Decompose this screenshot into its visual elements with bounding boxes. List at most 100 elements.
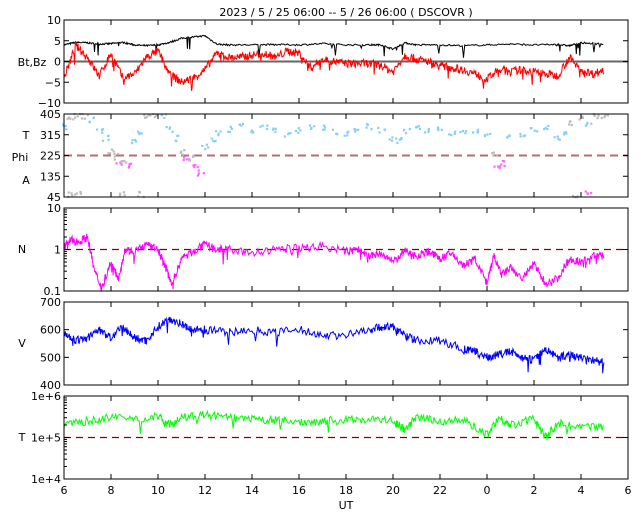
phi-point-other xyxy=(110,148,114,151)
phi-point-t xyxy=(414,126,418,129)
phi-point-t xyxy=(396,141,399,144)
solar-wind-chart: 2023 / 5 / 25 06:00 -- 5 / 26 06:00 ( DS… xyxy=(0,0,640,512)
phi-point-t xyxy=(546,127,549,131)
y-tick-label: 225 xyxy=(40,150,61,163)
x-tick-label: 12 xyxy=(198,484,212,497)
phi-point-t xyxy=(205,143,208,146)
series-line-n xyxy=(63,233,605,293)
phi-point-t xyxy=(96,128,99,131)
phi-point-t xyxy=(163,116,166,120)
series-line-bt xyxy=(63,34,604,58)
phi-point-t xyxy=(472,131,475,134)
phi-point-other xyxy=(122,160,125,163)
phi-point-t xyxy=(519,135,522,138)
phi-point-other xyxy=(109,152,112,155)
panel-label: Bt,Bz xyxy=(18,56,47,69)
phi-point-a xyxy=(202,172,205,175)
phi-point-t xyxy=(448,133,451,136)
phi-point-other xyxy=(568,120,571,123)
phi-point-t xyxy=(388,138,391,141)
phi-point-t xyxy=(476,128,480,131)
phi-point-a xyxy=(196,174,199,177)
phi-point-other xyxy=(112,150,115,153)
phi-point-t xyxy=(201,144,204,147)
phi-point-other xyxy=(183,149,186,152)
phi-point-a xyxy=(196,166,199,169)
phi-point-t xyxy=(130,142,134,145)
phi-point-t xyxy=(313,125,316,128)
phi-point-other xyxy=(74,116,77,119)
y-tick-label: 0 xyxy=(54,56,61,69)
phi-point-t xyxy=(346,134,349,137)
phi-point-other xyxy=(153,115,157,119)
phi-point-t xyxy=(107,134,110,138)
phi-point-other xyxy=(76,115,79,118)
panel-label: N xyxy=(18,243,26,256)
series-line-t xyxy=(63,409,604,440)
phi-point-t xyxy=(168,127,171,130)
phi-point-other xyxy=(113,155,117,158)
y-tick-label: 1e+4 xyxy=(31,473,61,486)
phi-point-other xyxy=(578,118,581,121)
phi-point-t xyxy=(424,131,427,134)
phi-point-t xyxy=(310,126,313,129)
phi-point-t xyxy=(391,136,394,139)
phi-point-other xyxy=(70,192,73,195)
phi-point-t xyxy=(107,138,110,141)
phi-point-other xyxy=(191,155,195,159)
phi-point-other xyxy=(181,153,184,156)
phi-point-a xyxy=(115,162,118,165)
phi-point-other xyxy=(581,116,585,119)
phi-point-t xyxy=(287,132,291,135)
phi-point-t xyxy=(529,127,532,130)
phi-point-other xyxy=(119,192,122,195)
phi-point-t xyxy=(297,127,300,130)
phi-point-t xyxy=(272,127,275,130)
x-tick-label: 0 xyxy=(484,484,491,497)
phi-point-other xyxy=(600,116,603,120)
phi-point-other xyxy=(145,116,148,119)
phi-point-t xyxy=(133,138,137,142)
phi-point-t xyxy=(489,132,492,136)
phi-point-t xyxy=(65,128,68,131)
y-tick-label: 1 xyxy=(54,244,61,257)
phi-point-t xyxy=(408,127,411,131)
chart-title: 2023 / 5 / 25 06:00 -- 5 / 26 06:00 ( DS… xyxy=(219,6,472,19)
phi-point-t xyxy=(390,139,394,142)
phi-point-other xyxy=(596,116,599,120)
x-tick-label: 14 xyxy=(245,484,259,497)
phi-point-t xyxy=(88,120,91,123)
phi-point-a xyxy=(182,158,185,162)
phi-point-t xyxy=(138,131,142,135)
phi-point-other xyxy=(492,154,495,157)
x-tick-label: 10 xyxy=(151,484,165,497)
y-tick-label: 405 xyxy=(40,108,61,121)
y-tick-label: 700 xyxy=(40,296,61,309)
chart-canvas: 2023 / 5 / 25 06:00 -- 5 / 26 06:00 ( DS… xyxy=(12,6,632,512)
phi-point-t xyxy=(436,126,440,129)
x-tick-label: 18 xyxy=(339,484,353,497)
phi-point-a xyxy=(590,191,593,195)
phi-point-t xyxy=(131,138,134,142)
phi-point-t xyxy=(101,131,104,134)
phi-point-a xyxy=(197,169,200,172)
phi-point-other xyxy=(83,117,86,120)
phi-point-a xyxy=(586,192,589,195)
y-tick-label: 10 xyxy=(47,14,61,27)
phi-point-a xyxy=(120,163,123,166)
phi-point-other xyxy=(606,114,609,117)
phi-point-t xyxy=(204,148,207,151)
phi-point-t xyxy=(214,130,218,133)
phi-point-other xyxy=(71,194,74,197)
phi-point-t xyxy=(171,130,174,133)
phi-point-other xyxy=(138,190,141,194)
panel-label: Phi xyxy=(12,151,29,164)
y-tick-label: 315 xyxy=(40,129,61,142)
phi-point-t xyxy=(453,132,456,135)
phi-point-t xyxy=(465,130,468,133)
phi-point-t xyxy=(437,128,440,132)
phi-point-t xyxy=(506,136,509,139)
phi-point-t xyxy=(308,124,312,127)
phi-point-t xyxy=(165,125,168,129)
phi-point-t xyxy=(454,130,457,133)
